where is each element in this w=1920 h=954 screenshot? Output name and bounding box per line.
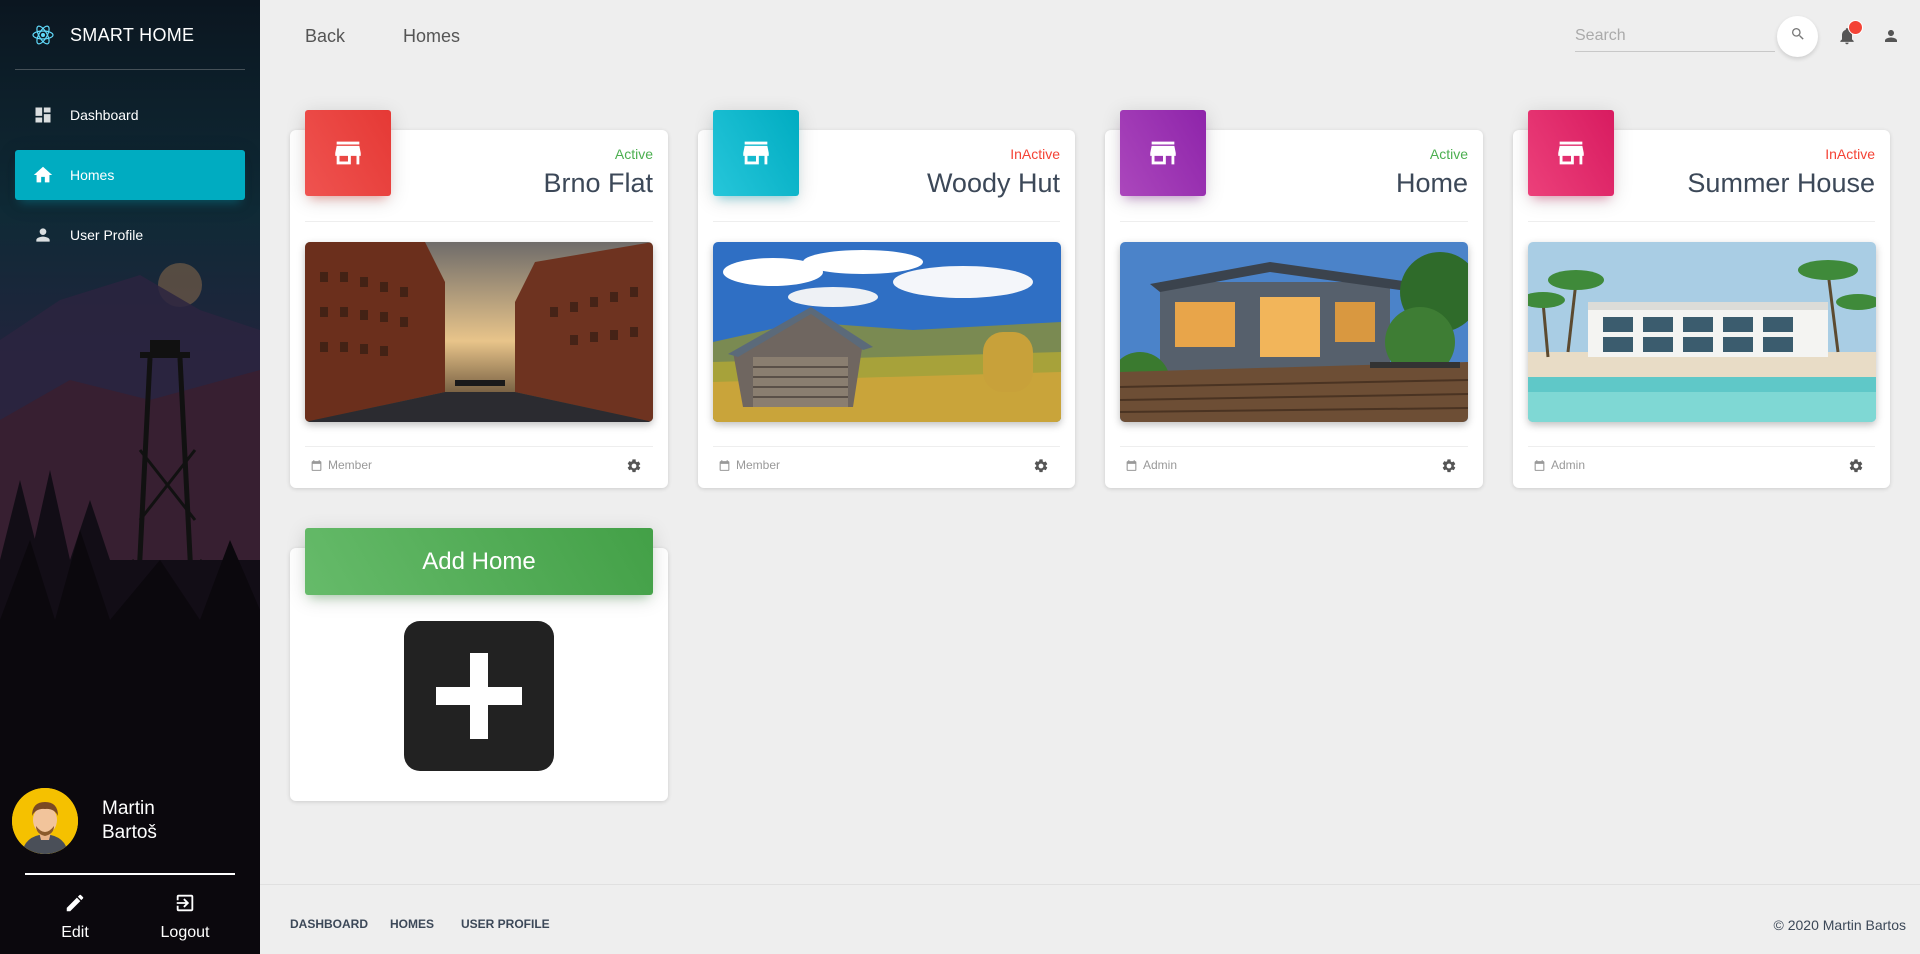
calendar-icon	[311, 459, 322, 471]
add-home-tile[interactable]	[404, 621, 554, 771]
user-last-name: Bartoš	[102, 822, 157, 843]
home-icon	[32, 164, 54, 186]
sidebar-item-homes[interactable]: Homes	[15, 150, 245, 200]
card-divider	[305, 221, 653, 222]
home-card-summer-house[interactable]: InActive Summer House Admin	[1513, 110, 1890, 488]
brand-title: SMART HOME	[70, 24, 195, 45]
calendar-icon	[1534, 459, 1545, 471]
person-icon	[1882, 30, 1900, 49]
gear-icon[interactable]	[626, 458, 642, 474]
footer-link-homes[interactable]: HOMES	[390, 917, 434, 931]
logout-icon	[172, 890, 198, 916]
pencil-icon	[62, 890, 88, 916]
user-actions: Edit Logout	[25, 890, 235, 942]
logout-button[interactable]: Logout	[135, 890, 235, 942]
search-icon	[1790, 26, 1806, 47]
search-field	[1575, 22, 1775, 52]
home-title: Woody Hut	[926, 168, 1060, 198]
gear-icon[interactable]	[1033, 458, 1049, 474]
card-footer: Member	[310, 458, 372, 472]
bell-icon	[1837, 28, 1857, 50]
home-title: Summer House	[1687, 168, 1875, 198]
top-bar: Back Homes	[260, 0, 1920, 72]
card-footer: Member	[718, 458, 780, 472]
sidebar-nav: Dashboard Homes User Profile	[15, 90, 245, 270]
home-title: Home	[1395, 168, 1468, 198]
add-home-button[interactable]: Add Home	[305, 528, 653, 595]
page-title[interactable]: Homes	[403, 26, 460, 47]
role-label: Member	[328, 458, 373, 472]
add-home-card: Add Home	[290, 528, 668, 801]
search-input[interactable]	[1575, 22, 1775, 50]
status-badge: InActive	[1010, 146, 1060, 162]
home-photo	[305, 242, 653, 422]
calendar-icon	[1126, 459, 1137, 471]
status-badge: Active	[1429, 146, 1468, 162]
user-name: Martin Bartoš	[102, 797, 182, 845]
home-card-woody-hut[interactable]: InActive Woody Hut Member	[698, 110, 1075, 488]
card-divider	[1120, 221, 1468, 222]
card-divider	[713, 221, 1060, 222]
footer-link-dashboard[interactable]: DASHBOARD	[290, 917, 368, 931]
sidebar-user: Martin Bartoš	[12, 788, 252, 854]
role-label: Admin	[1551, 458, 1586, 472]
card-divider	[305, 446, 653, 447]
card-footer: Admin	[1533, 458, 1585, 472]
home-card-home[interactable]: Active Home Admin	[1105, 110, 1483, 488]
card-footer: Admin	[1125, 458, 1177, 472]
home-card-brno-flat[interactable]: Active Brno Flat Member	[290, 110, 668, 488]
store-icon	[305, 110, 391, 196]
copyright: © 2020 Martin Bartos	[1773, 917, 1907, 933]
status-badge: Active	[614, 146, 653, 162]
home-title: Brno Flat	[543, 168, 653, 198]
store-icon	[713, 110, 799, 196]
store-icon	[1120, 110, 1206, 196]
sidebar-item-label: Homes	[70, 167, 115, 183]
status-badge: InActive	[1825, 146, 1875, 162]
brand-divider	[15, 69, 245, 70]
sidebar-item-user-profile[interactable]: User Profile	[15, 210, 245, 260]
home-photo	[1528, 242, 1876, 422]
role-label: Admin	[1143, 458, 1178, 472]
notifications-button[interactable]	[1837, 20, 1863, 50]
home-photo	[713, 242, 1061, 422]
user-first-name: Martin	[102, 798, 155, 819]
card-divider	[713, 446, 1060, 447]
sidebar-item-dashboard[interactable]: Dashboard	[15, 90, 245, 140]
role-label: Member	[736, 458, 781, 472]
sidebar-item-label: User Profile	[70, 227, 144, 243]
gear-icon[interactable]	[1848, 458, 1864, 474]
footer-link-user-profile[interactable]: USER PROFILE	[461, 917, 550, 931]
edit-button[interactable]: Edit	[25, 890, 125, 942]
react-logo-icon	[30, 22, 56, 48]
plus-icon	[436, 653, 522, 739]
user-divider	[25, 873, 235, 875]
edit-label: Edit	[61, 924, 89, 941]
brand[interactable]: SMART HOME	[0, 0, 260, 70]
footer: DASHBOARD HOMES USER PROFILE © 2020 Mart…	[260, 884, 1920, 954]
calendar-icon	[719, 459, 730, 471]
dashboard-icon	[32, 104, 54, 126]
account-button[interactable]	[1882, 27, 1904, 49]
avatar[interactable]	[12, 788, 78, 854]
search-button[interactable]	[1777, 16, 1818, 57]
sidebar: SMART HOME Dashboard Homes User Profile	[0, 0, 260, 954]
sidebar-item-label: Dashboard	[70, 107, 139, 123]
notification-badge	[1848, 20, 1863, 35]
logout-label: Logout	[160, 924, 210, 941]
card-divider	[1528, 446, 1875, 447]
store-icon	[1528, 110, 1614, 196]
home-photo	[1120, 242, 1468, 422]
person-icon	[32, 224, 54, 246]
gear-icon[interactable]	[1441, 458, 1457, 474]
card-divider	[1528, 221, 1875, 222]
card-divider	[1120, 446, 1468, 447]
back-link[interactable]: Back	[305, 26, 345, 47]
